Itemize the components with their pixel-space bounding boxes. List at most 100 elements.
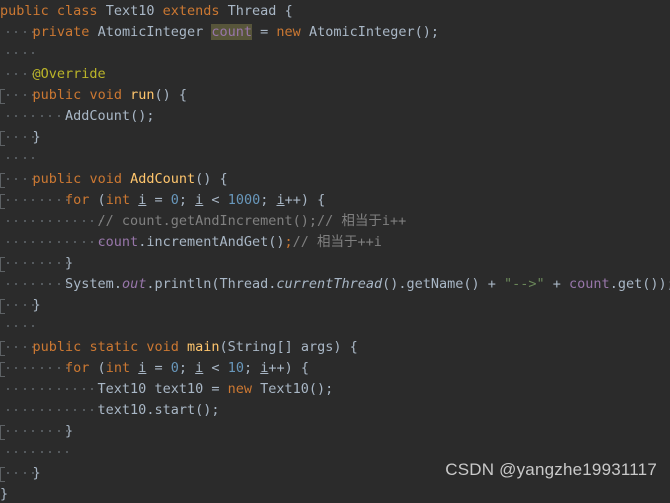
code-token: ;	[178, 360, 196, 376]
code-editor-content[interactable]: public class Text10 extends Thread { pri…	[0, 1, 670, 503]
code-token: AddCount	[130, 171, 196, 187]
code-token: 0	[170, 192, 179, 208]
code-token: <	[203, 360, 228, 376]
code-token: .incrementAndGet()	[138, 234, 285, 250]
code-line-text: public class Text10 extends Thread {	[0, 1, 293, 22]
code-token: }	[0, 486, 9, 502]
code-line[interactable]: public static void main(String[] args) {	[0, 337, 670, 358]
code-line[interactable]: }	[0, 421, 670, 442]
code-line[interactable]: }	[0, 127, 670, 148]
code-line[interactable]: text10.start();	[0, 400, 670, 421]
code-line[interactable]: public void AddCount() {	[0, 169, 670, 190]
code-line-text: }	[0, 484, 8, 503]
code-token: ;	[260, 192, 277, 208]
code-token: ();	[308, 381, 334, 397]
code-line[interactable]: }	[0, 295, 670, 316]
code-token: run	[130, 87, 155, 103]
code-token: new	[227, 381, 252, 397]
code-line[interactable]: public class Text10 extends Thread {	[0, 1, 670, 22]
code-token: for	[65, 360, 90, 376]
code-token: ++) {	[284, 192, 326, 208]
code-line[interactable]: System.out.println(Thread.currentThread(…	[0, 274, 670, 295]
code-token: =	[146, 360, 171, 376]
code-line[interactable]: }	[0, 484, 670, 503]
code-token: AddCount	[65, 108, 131, 124]
code-token: () {	[195, 171, 228, 187]
code-token: System	[65, 276, 114, 292]
code-token: (	[219, 339, 228, 355]
code-token: text10.start();	[97, 402, 220, 418]
code-token: public	[0, 3, 49, 19]
code-token: public	[32, 339, 82, 355]
code-line-text: @Override	[0, 64, 106, 85]
code-line[interactable]: for (int i = 0; i < 1000; i++) {	[0, 190, 670, 211]
code-line-text: }	[0, 127, 41, 148]
code-token: count	[211, 24, 253, 40]
code-line-text: }	[0, 295, 41, 316]
code-token: {	[276, 3, 293, 19]
code-token: // 相当于++i	[292, 234, 382, 250]
code-token: ;	[243, 360, 261, 376]
code-line-text: private AtomicInteger count = new Atomic…	[0, 22, 439, 43]
code-line-text: public void run() {	[0, 85, 187, 106]
code-line[interactable]: for (int i = 0; i < 10; i++) {	[0, 358, 670, 379]
code-token: Text10	[260, 381, 309, 397]
code-token: <	[203, 192, 228, 208]
code-line[interactable]	[0, 148, 670, 169]
code-token: ;	[284, 234, 293, 250]
code-line[interactable]: public void run() {	[0, 85, 670, 106]
code-line-text: }	[0, 463, 41, 484]
code-token: (	[89, 192, 106, 208]
code-line[interactable]: }	[0, 253, 670, 274]
code-token: ();	[414, 24, 439, 40]
code-token: ;	[178, 192, 196, 208]
code-token: 1000	[227, 192, 261, 208]
code-line[interactable]: private AtomicInteger count = new Atomic…	[0, 22, 670, 43]
code-token: =	[252, 24, 277, 40]
code-token: Thread	[227, 3, 277, 19]
code-line-text: AddCount();	[0, 106, 154, 127]
code-line[interactable]: AddCount();	[0, 106, 670, 127]
code-token: (	[89, 360, 106, 376]
code-line[interactable]: Text10 text10 = new Text10();	[0, 379, 670, 400]
code-token: AtomicInteger	[308, 24, 415, 40]
code-token: ();	[130, 108, 155, 124]
code-line[interactable]	[0, 316, 670, 337]
code-token: void	[146, 339, 179, 355]
code-line[interactable]	[0, 43, 670, 64]
code-token: }	[32, 297, 41, 313]
code-token: String	[227, 339, 277, 355]
code-token: int	[105, 192, 131, 208]
code-token: ().getName() +	[382, 276, 505, 292]
code-line[interactable]: count.incrementAndGet();// 相当于++i	[0, 232, 670, 253]
code-line-text: }	[0, 253, 73, 274]
code-token: currentThread	[276, 276, 383, 292]
code-token: [] args) {	[276, 339, 358, 355]
code-line-text: System.out.println(Thread.currentThread(…	[0, 274, 670, 295]
code-token: count	[97, 234, 139, 250]
code-token: "-->"	[504, 276, 545, 292]
code-token: ++) {	[268, 360, 309, 376]
code-line[interactable]: @Override	[0, 64, 670, 85]
code-token: static	[89, 339, 139, 355]
code-token: .println(	[146, 276, 220, 292]
code-line[interactable]: // count.getAndIncrement();// 相当于i++	[0, 211, 670, 232]
code-token: extends	[162, 3, 220, 19]
